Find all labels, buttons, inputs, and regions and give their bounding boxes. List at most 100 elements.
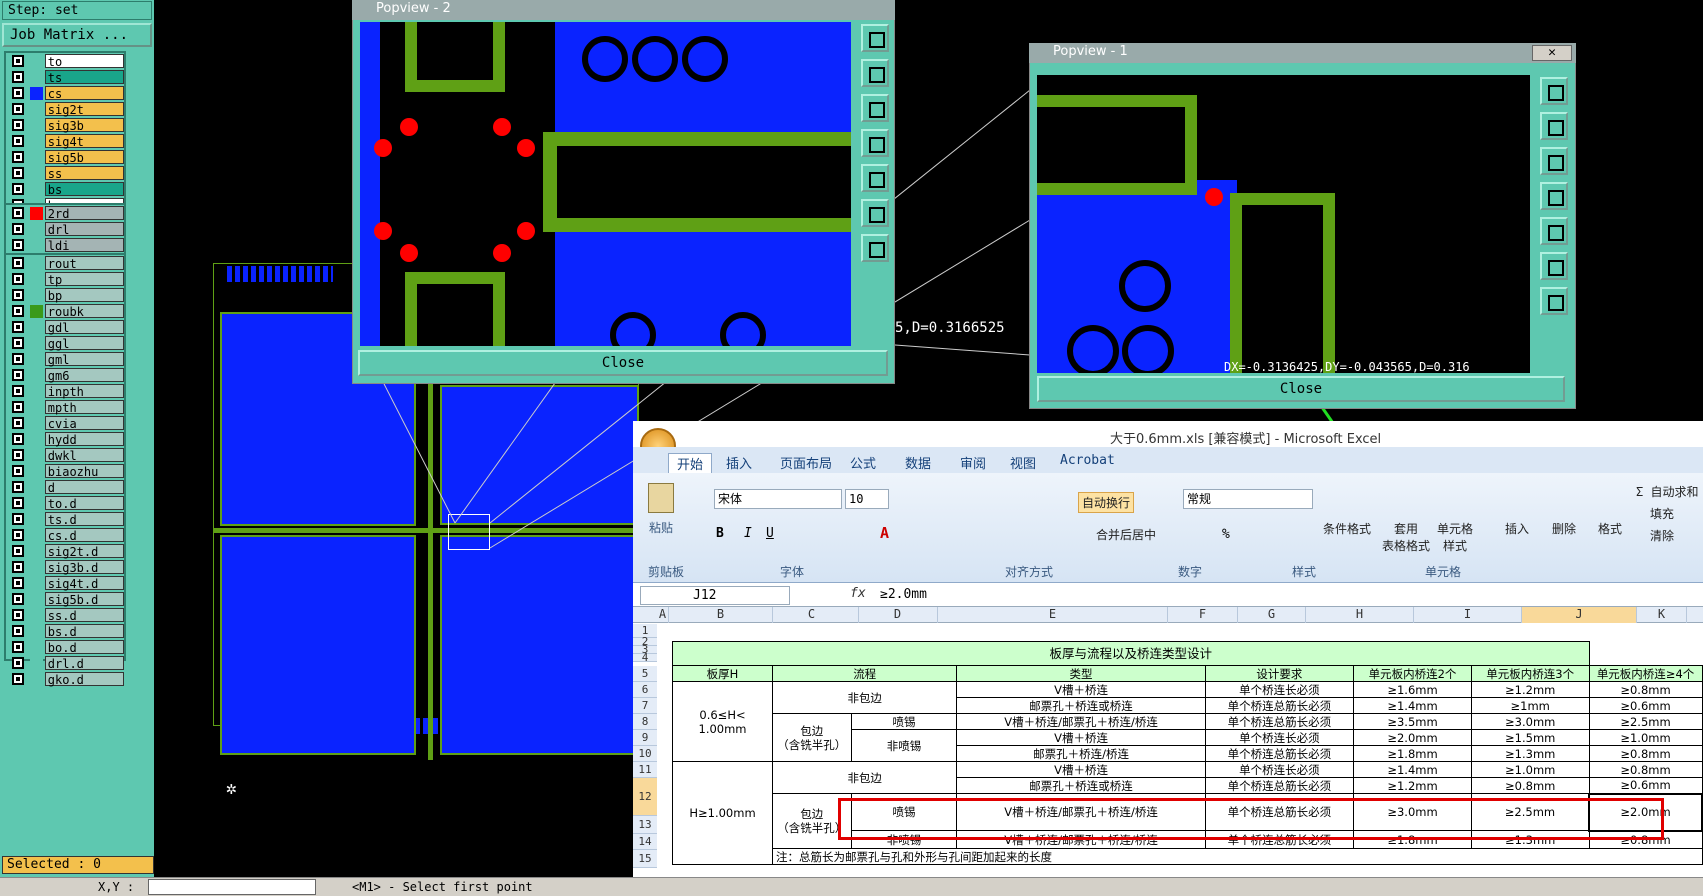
column-header[interactable]: E xyxy=(938,607,1168,623)
number-format-box[interactable]: 常规 xyxy=(1183,489,1313,509)
view-tool-button[interactable] xyxy=(861,129,889,157)
style-button[interactable]: 单元格 样式 xyxy=(1437,520,1473,554)
cell[interactable]: ≥1mm xyxy=(1470,697,1590,714)
cell[interactable]: ≥2.0mm xyxy=(1353,729,1472,746)
cell[interactable]: 单个桥连长必须 xyxy=(1204,761,1355,778)
cell[interactable]: ≥1.2mm xyxy=(1470,681,1590,698)
cell-button[interactable]: 格式 xyxy=(1598,520,1622,537)
cell[interactable]: ≥1.0mm xyxy=(1588,729,1703,746)
cell[interactable]: 邮票孔＋桥连或桥连 xyxy=(956,777,1206,794)
row-header[interactable]: 9 xyxy=(633,730,657,746)
view-tool-button[interactable] xyxy=(861,164,889,192)
fx-icon[interactable]: fx xyxy=(850,586,866,601)
view-tool-button[interactable] xyxy=(1540,182,1568,210)
view-tool-button[interactable] xyxy=(861,59,889,87)
cell[interactable]: ≥1.3mm xyxy=(1470,745,1590,762)
tab-3[interactable]: 公式 xyxy=(850,453,876,472)
view-tool-button[interactable] xyxy=(861,234,889,262)
view-tool-button[interactable] xyxy=(1540,147,1568,175)
tab-0[interactable]: 开始 xyxy=(668,453,713,474)
row-header[interactable]: 13 xyxy=(633,816,657,834)
cell[interactable]: ≥0.6mm xyxy=(1588,777,1703,794)
cell[interactable]: 单个桥连总筋长必须 xyxy=(1204,713,1355,730)
view-tool-button[interactable] xyxy=(1540,252,1568,280)
xy-input[interactable] xyxy=(148,879,316,895)
cell[interactable]: ≥1.6mm xyxy=(1353,681,1472,698)
cell[interactable]: ≥0.8mm xyxy=(1470,777,1590,794)
tab-2[interactable]: 页面布局 xyxy=(780,453,832,472)
cell[interactable]: ≥1.0mm xyxy=(1470,761,1590,778)
row-header[interactable]: 12 xyxy=(633,778,657,816)
column-header[interactable]: A xyxy=(657,607,669,623)
column-header[interactable]: D xyxy=(858,607,938,623)
popview-2-close-button[interactable]: Close xyxy=(358,350,888,376)
view-tool-button[interactable] xyxy=(861,94,889,122)
bold-button[interactable]: B xyxy=(716,526,724,541)
percent-button[interactable]: % xyxy=(1222,527,1230,542)
row-header[interactable]: 5 xyxy=(633,666,657,682)
row-header[interactable]: 15 xyxy=(633,850,657,868)
cell-button[interactable]: 删除 xyxy=(1552,520,1576,537)
cell[interactable]: 单个桥连总筋长必须 xyxy=(1204,777,1355,794)
merge-center-button[interactable]: 合并后居中 xyxy=(1096,526,1156,543)
cell[interactable]: ≥0.8mm xyxy=(1588,745,1703,762)
font-size-box[interactable]: 10 xyxy=(845,489,889,509)
edit-button[interactable]: 填充 xyxy=(1650,505,1674,522)
popview-1-close-icon[interactable]: ✕ xyxy=(1532,45,1572,61)
italic-button[interactable]: I xyxy=(744,526,752,541)
cell[interactable]: ≥1.2mm xyxy=(1353,777,1472,794)
tab-1[interactable]: 插入 xyxy=(726,453,752,472)
column-header[interactable]: C xyxy=(765,607,859,623)
cell[interactable]: V槽＋桥连 xyxy=(956,681,1206,698)
edit-button[interactable]: Σ 自动求和 xyxy=(1636,483,1698,500)
tab-6[interactable]: 视图 xyxy=(1010,453,1036,472)
row-header[interactable]: 8 xyxy=(633,714,657,730)
column-header[interactable]: K xyxy=(1637,607,1687,623)
cell[interactable]: ≥0.6mm xyxy=(1588,697,1703,714)
wrap-text-button[interactable]: 自动换行 xyxy=(1078,492,1135,513)
column-header[interactable]: H xyxy=(1306,607,1414,623)
font-color-button[interactable]: A xyxy=(880,524,889,542)
cell[interactable]: ≥3.0mm xyxy=(1470,713,1590,730)
cell[interactable]: V槽＋桥连 xyxy=(956,761,1206,778)
tab-4[interactable]: 数据 xyxy=(905,453,931,472)
cell[interactable]: 单个桥连总筋长必须 xyxy=(1204,745,1355,762)
tab-5[interactable]: 审阅 xyxy=(960,453,986,472)
tab-7[interactable]: Acrobat xyxy=(1060,453,1115,468)
row-header[interactable]: 11 xyxy=(633,762,657,778)
column-header[interactable]: B xyxy=(669,607,773,623)
underline-button[interactable]: U xyxy=(766,526,774,541)
row-header[interactable]: 7 xyxy=(633,698,657,714)
view-tool-button[interactable] xyxy=(861,199,889,227)
column-header[interactable]: F xyxy=(1168,607,1238,623)
cell[interactable]: V槽＋桥连 xyxy=(956,729,1206,746)
edit-button[interactable]: 清除 xyxy=(1650,527,1674,544)
cell[interactable]: 单个桥连长必须 xyxy=(1204,681,1355,698)
name-box[interactable]: J12 xyxy=(640,586,790,605)
cell[interactable]: ≥0.8mm xyxy=(1588,761,1703,778)
row-header[interactable]: 10 xyxy=(633,746,657,762)
cell[interactable]: ≥0.8mm xyxy=(1588,681,1703,698)
view-tool-button[interactable] xyxy=(1540,77,1568,105)
cell[interactable]: 邮票孔＋桥连或桥连 xyxy=(956,697,1206,714)
cell[interactable]: ≥1.5mm xyxy=(1470,729,1590,746)
style-button[interactable]: 套用 表格格式 xyxy=(1382,520,1430,554)
cell[interactable]: 单个桥连总筋长必须 xyxy=(1204,697,1355,714)
font-name-box[interactable]: 宋体 xyxy=(714,489,842,509)
cell[interactable]: 邮票孔＋桥连/桥连 xyxy=(956,745,1206,762)
row-header[interactable]: 4 xyxy=(633,652,657,663)
cell[interactable]: ≥1.4mm xyxy=(1353,761,1472,778)
cell[interactable]: ≥1.8mm xyxy=(1353,745,1472,762)
popview-1-close-button[interactable]: Close xyxy=(1037,376,1565,402)
formula-input[interactable]: ≥2.0mm xyxy=(880,586,1680,605)
view-tool-button[interactable] xyxy=(1540,287,1568,315)
cell-button[interactable]: 插入 xyxy=(1505,520,1529,537)
paste-icon[interactable] xyxy=(648,483,674,513)
cell[interactable]: ≥3.5mm xyxy=(1353,713,1472,730)
paste-label[interactable]: 粘贴 xyxy=(649,519,673,536)
column-header[interactable]: G xyxy=(1238,607,1306,623)
cell[interactable]: ≥2.5mm xyxy=(1588,713,1703,730)
cell[interactable]: 单个桥连长必须 xyxy=(1204,729,1355,746)
view-tool-button[interactable] xyxy=(1540,112,1568,140)
view-tool-button[interactable] xyxy=(1540,217,1568,245)
